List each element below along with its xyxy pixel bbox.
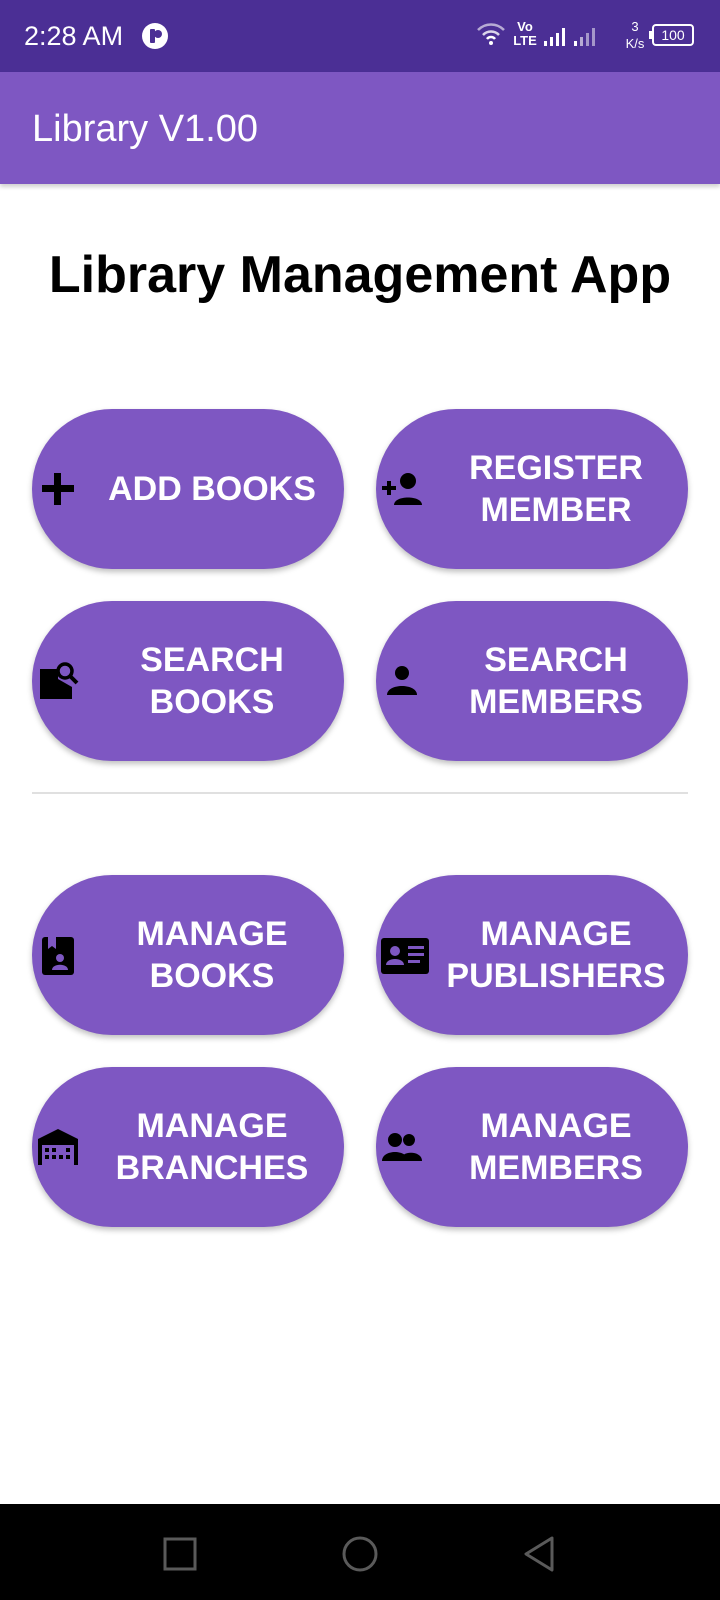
wifi-icon [476, 22, 506, 51]
home-button[interactable] [340, 1534, 380, 1574]
section-divider [32, 792, 688, 794]
manage-publishers-button[interactable]: MANAGE PUBLISHERS [376, 875, 688, 1035]
add-books-button[interactable]: ADD BOOKS [32, 409, 344, 569]
manage-branches-button[interactable]: MANAGE BRANCHES [32, 1067, 344, 1227]
search-members-label: SEARCH MEMBERS [469, 641, 643, 721]
network-type: Vo LTE [513, 19, 537, 48]
search-members-button[interactable]: SEARCH MEMBERS [376, 601, 688, 761]
back-button[interactable] [520, 1534, 560, 1574]
id-card-icon [380, 933, 430, 977]
search-books-label: SEARCH BOOKS [140, 641, 284, 721]
speed-value: 3 [631, 19, 639, 34]
speed-unit: K/s [625, 36, 645, 51]
status-time: 2:28 AM [24, 21, 124, 51]
status-bar: 2:28 AM Vo LTE 3 K/s 100 [0, 0, 720, 72]
circle-icon [342, 1536, 378, 1572]
app-bar: Library V1.00 [0, 72, 720, 184]
add-books-label: ADD BOOKS [108, 470, 316, 508]
page-title: Library Management App [48, 246, 672, 304]
warehouse-icon [36, 1125, 80, 1169]
network-speed: 3 K/s [620, 18, 650, 52]
search-books-button[interactable]: SEARCH BOOKS [32, 601, 344, 761]
manage-books-label: MANAGE BOOKS [136, 915, 288, 995]
manage-branches-label: MANAGE BRANCHES [115, 1107, 309, 1187]
app-title: Library V1.00 [32, 108, 259, 150]
signal-icon [544, 24, 608, 53]
book-person-icon [36, 933, 80, 977]
battery-indicator: 100 [649, 24, 694, 46]
search-book-icon [36, 659, 80, 703]
square-icon [163, 1537, 197, 1571]
plus-icon [36, 467, 80, 511]
manage-books-button[interactable]: MANAGE BOOKS [32, 875, 344, 1035]
register-member-button[interactable]: REGISTER MEMBER [376, 409, 688, 569]
triangle-back-icon [524, 1536, 554, 1572]
manage-members-label: MANAGE MEMBERS [469, 1107, 643, 1187]
manage-members-button[interactable]: MANAGE MEMBERS [376, 1067, 688, 1227]
register-member-label: REGISTER MEMBER [469, 449, 643, 529]
manage-publishers-label: MANAGE PUBLISHERS [446, 915, 666, 995]
navigation-bar [0, 1504, 720, 1600]
people-icon [380, 1125, 424, 1169]
person-add-icon [380, 467, 424, 511]
person-icon [380, 659, 424, 703]
recent-apps-button[interactable] [160, 1534, 200, 1574]
notification-app-icon [141, 22, 169, 55]
